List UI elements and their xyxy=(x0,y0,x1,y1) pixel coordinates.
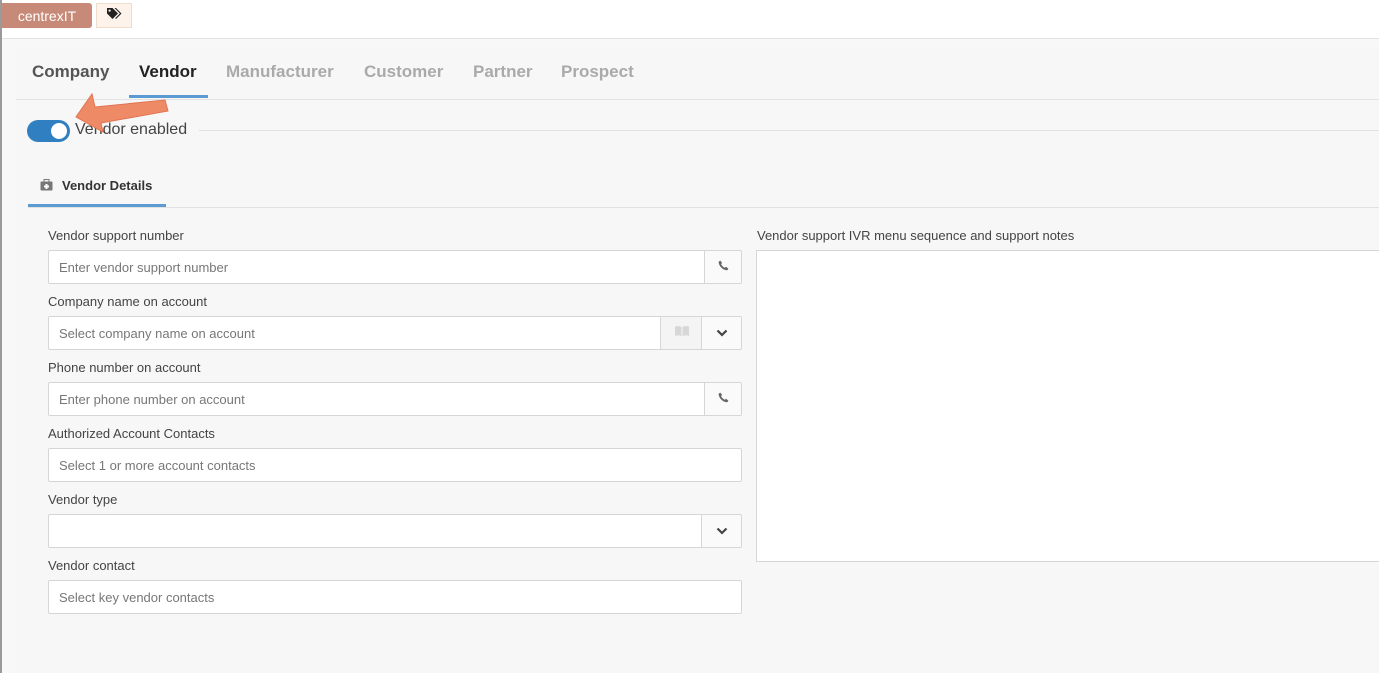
window-left-edge xyxy=(0,0,2,673)
authorized-contacts-field xyxy=(48,448,742,482)
vendor-details-tab[interactable]: Vendor Details xyxy=(28,165,166,205)
tab-manufacturer[interactable]: Manufacturer xyxy=(226,47,334,97)
phone-number-label: Phone number on account xyxy=(48,360,201,375)
tab-customer[interactable]: Customer xyxy=(364,47,443,97)
company-tag[interactable]: centrexIT xyxy=(2,3,92,28)
support-number-label: Vendor support number xyxy=(48,228,184,243)
company-tag-label: centrexIT xyxy=(17,7,77,24)
vendor-contact-field xyxy=(48,580,742,614)
tags-icon xyxy=(106,7,123,25)
address-book-icon xyxy=(674,324,690,342)
authorized-contacts-label: Authorized Account Contacts xyxy=(48,426,215,441)
tab-prospect[interactable]: Prospect xyxy=(561,47,634,97)
vendor-enabled-row: Vendor enabled xyxy=(27,117,1379,145)
tab-partner-label: Partner xyxy=(473,62,533,81)
vendor-enabled-toggle[interactable] xyxy=(27,120,70,142)
tab-vendor-label: Vendor xyxy=(139,62,197,81)
support-number-input[interactable] xyxy=(49,251,705,283)
tab-customer-label: Customer xyxy=(364,62,444,81)
toggle-knob xyxy=(51,123,67,139)
phone-icon xyxy=(718,390,729,408)
authorized-contacts-select[interactable] xyxy=(49,449,741,481)
company-name-select[interactable] xyxy=(49,317,661,349)
phone-number-phone-button[interactable] xyxy=(704,383,741,415)
support-number-phone-button[interactable] xyxy=(704,251,741,283)
tab-prospect-label: Prospect xyxy=(561,62,634,81)
phone-number-field xyxy=(48,382,742,416)
company-name-lookup-button[interactable] xyxy=(660,317,702,349)
ivr-notes-label: Vendor support IVR menu sequence and sup… xyxy=(757,228,1075,243)
briefcase-medical-icon xyxy=(40,179,53,191)
vendor-contact-label: Vendor contact xyxy=(48,558,135,573)
tab-manufacturer-label: Manufacturer xyxy=(226,62,334,81)
chevron-down-icon xyxy=(716,522,728,540)
ivr-notes-textarea[interactable] xyxy=(756,250,1379,562)
company-name-label: Company name on account xyxy=(48,294,207,309)
vendor-type-dropdown-button[interactable] xyxy=(701,515,741,547)
company-name-field xyxy=(48,316,742,350)
annotation-arrow xyxy=(75,92,169,133)
support-number-field xyxy=(48,250,742,284)
top-bar xyxy=(2,0,1379,39)
divider xyxy=(199,130,1379,131)
vendor-type-label: Vendor type xyxy=(48,492,118,507)
company-name-dropdown-button[interactable] xyxy=(701,317,741,349)
vendor-type-field xyxy=(48,514,742,548)
vendor-details-title: Vendor Details xyxy=(62,177,153,193)
vendor-type-select[interactable] xyxy=(49,515,701,547)
phone-number-input[interactable] xyxy=(49,383,705,415)
vendor-contact-select[interactable] xyxy=(49,581,741,613)
phone-icon xyxy=(718,258,729,276)
section-divider xyxy=(28,207,1379,208)
record-type-tabs: Company Vendor Manufacturer Customer Par… xyxy=(16,47,1379,100)
tags-button[interactable] xyxy=(96,3,132,28)
tab-company-label: Company xyxy=(32,62,110,81)
chevron-down-icon xyxy=(716,324,728,342)
tab-partner[interactable]: Partner xyxy=(473,47,533,97)
